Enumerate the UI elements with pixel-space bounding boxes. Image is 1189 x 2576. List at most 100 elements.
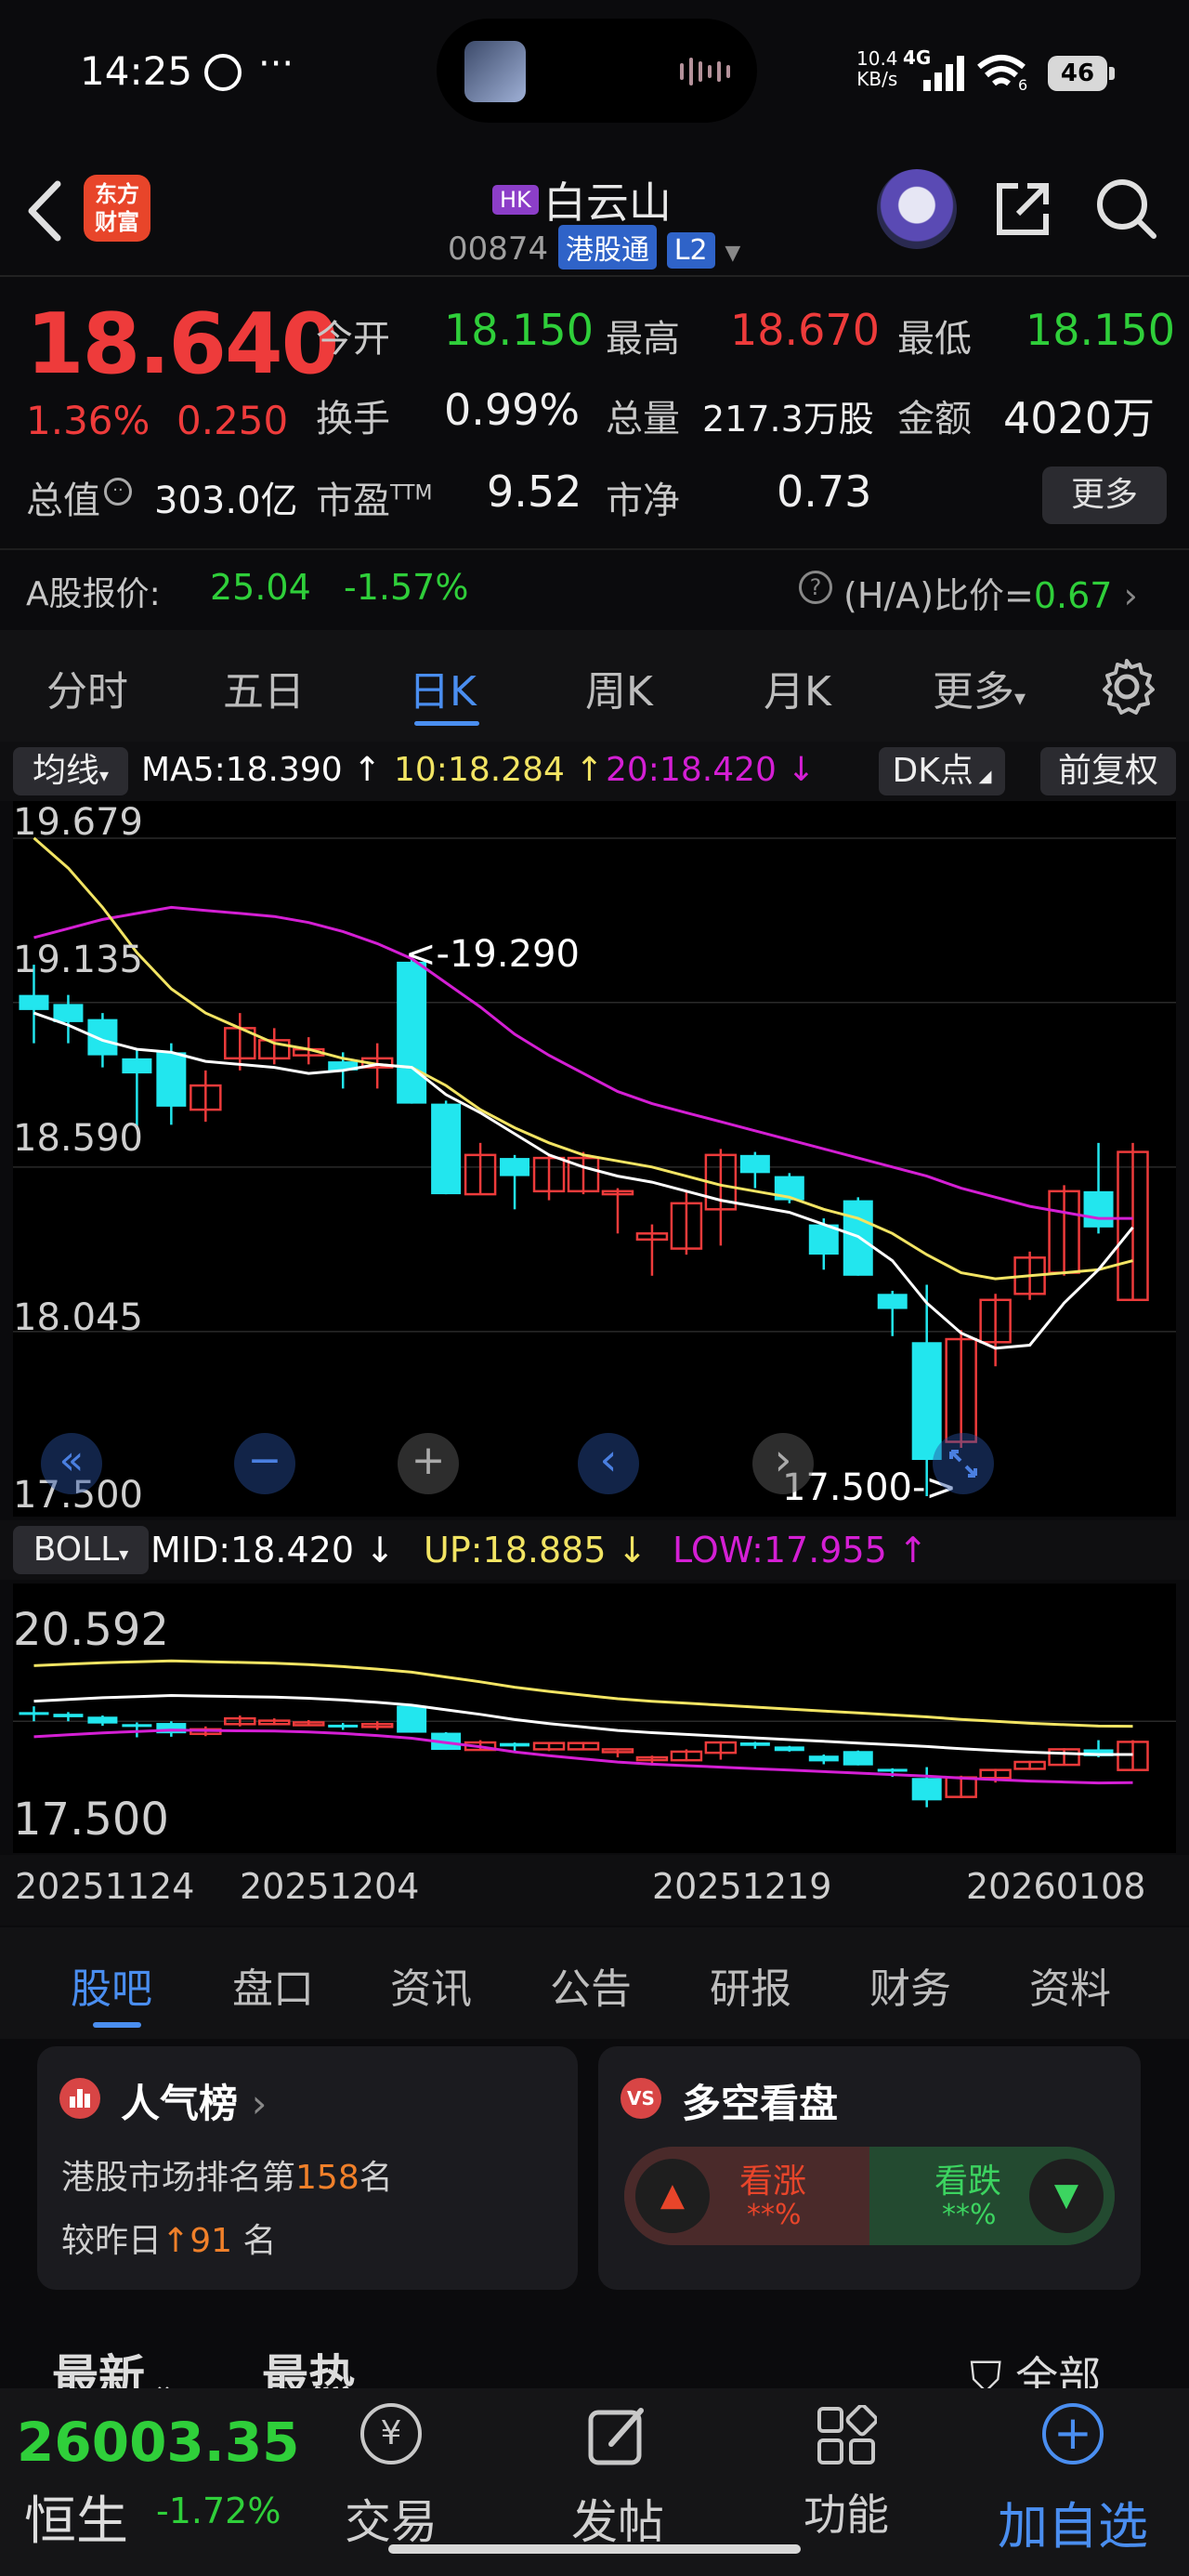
pb-value: 0.73 xyxy=(777,467,872,517)
tab-weekly-k[interactable]: 周K xyxy=(585,658,653,717)
ma10-text: 10:18.284 xyxy=(394,751,565,789)
help-icon[interactable]: ? xyxy=(799,571,832,604)
bull-bear-title: 多空看盘 xyxy=(682,2081,839,2126)
amount-label: 金额 xyxy=(897,398,972,440)
tab-monthly-k[interactable]: 月K xyxy=(764,658,831,717)
kline-chart-svg xyxy=(13,836,1176,1496)
function-button[interactable]: 功能 xyxy=(786,2388,907,2565)
level-tag: L2 xyxy=(666,232,715,269)
index-value[interactable]: 26003.35 xyxy=(17,2411,300,2474)
boll-selector[interactable]: BOLL▾ xyxy=(13,1526,149,1574)
kline-candle xyxy=(156,1052,187,1107)
info-icon[interactable]: ·· xyxy=(104,478,132,506)
zoom-in-button[interactable]: + xyxy=(398,1433,459,1494)
pe-ttm-sup: TTM xyxy=(390,481,433,506)
a-share-price: 25.04 xyxy=(210,567,311,608)
chevron-right-icon: › xyxy=(1123,575,1138,616)
popularity-card[interactable]: 人气榜 › 港股市场排名第158名 较昨日↑91 名 xyxy=(37,2046,578,2290)
popularity-title-text: 人气榜 xyxy=(121,2081,239,2126)
kline-candle xyxy=(1083,1190,1114,1228)
tab-order-book[interactable]: 盘口 xyxy=(232,1955,314,2015)
robot-assistant-icon[interactable] xyxy=(877,169,957,249)
divider xyxy=(0,275,1189,277)
caret-down-icon: ▾ xyxy=(98,764,110,786)
chevron-right-icon: › xyxy=(251,2081,268,2126)
tab-five-day[interactable]: 五日 xyxy=(223,658,305,717)
tab-financials[interactable]: 财务 xyxy=(869,1955,951,2015)
plus-icon: + xyxy=(1042,2403,1104,2464)
bull-vote-button[interactable]: ▲ 看涨 **% xyxy=(624,2147,869,2245)
indicator-selector[interactable]: 均线▾ xyxy=(13,747,128,795)
a-share-label: A股报价: xyxy=(26,575,161,613)
yen-icon: ¥ xyxy=(360,2403,422,2464)
kline-candle xyxy=(877,1294,908,1309)
boll-up-text: UP:18.885 xyxy=(424,1530,607,1571)
tab-news[interactable]: 资讯 xyxy=(390,1955,472,2015)
add-watchlist-button[interactable]: + 加自选 xyxy=(994,2388,1152,2565)
arrow-up-icon: ▲ xyxy=(635,2159,710,2233)
more-stats-button[interactable]: 更多 xyxy=(1042,467,1167,524)
ma-legend-bar: 均线▾ MA5:18.390 ↑ 10:18.284 ↑ 20:18.420 ↓… xyxy=(0,742,1189,801)
zoom-out-button[interactable]: − xyxy=(234,1433,295,1494)
section-tabs: 股吧 盘口 资讯 公告 研报 财务 资料 xyxy=(0,1927,1189,2039)
tab-forum[interactable]: 股吧 xyxy=(71,1955,152,2015)
boll-candle xyxy=(19,1712,49,1715)
settings-gear-icon[interactable] xyxy=(1096,656,1157,717)
app-logo[interactable]: 东方 财富 xyxy=(84,175,150,242)
logo-line-2: 财富 xyxy=(95,209,139,235)
tab-announcements[interactable]: 公告 xyxy=(550,1955,632,2015)
kline-candle xyxy=(19,994,49,1010)
boll-candle xyxy=(911,1778,942,1801)
pan-left-button[interactable]: ‹ xyxy=(578,1433,639,1494)
scroll-to-start-button[interactable]: « xyxy=(41,1433,102,1494)
change-percent: 1.36% xyxy=(26,398,150,443)
ma5-text: MA5:18.390 xyxy=(141,751,343,789)
tab-research[interactable]: 研报 xyxy=(710,1955,791,2015)
adjust-button[interactable]: 前复权 xyxy=(1040,747,1176,795)
kline-chart[interactable]: 19.679 19.135 18.590 18.045 17.500 <-19.… xyxy=(13,801,1176,1517)
tab-more-label: 更多 xyxy=(933,668,1014,716)
edit-icon xyxy=(588,2408,644,2465)
status-time: 14:25 xyxy=(80,48,193,94)
tab-more[interactable]: 更多▾ xyxy=(933,658,1026,717)
boll-candle xyxy=(774,1746,804,1752)
a-share-percent: -1.57% xyxy=(344,567,469,608)
index-name[interactable]: 恒生 xyxy=(24,2479,128,2555)
rank-value: 158 xyxy=(295,2159,359,2197)
market-rank: 港股市场排名第158名 xyxy=(61,2150,393,2199)
pan-right-button[interactable]: › xyxy=(752,1433,814,1494)
kline-candle xyxy=(431,1103,462,1195)
tab-forum-label: 股吧 xyxy=(71,1965,152,2013)
rank-prefix: 港股市场排名第 xyxy=(61,2159,296,2197)
bear-vote-button[interactable]: 看跌 **% ▼ xyxy=(869,2147,1115,2245)
trade-button[interactable]: ¥ 交易 xyxy=(331,2388,451,2565)
boll-candle xyxy=(808,1755,839,1762)
bull-label: 看涨 xyxy=(739,2162,807,2201)
quote-panel: 18.640 1.36% 0.250 今开 18.150 最高 18.670 最… xyxy=(0,279,1189,623)
post-label: 发帖 xyxy=(571,2495,664,2549)
dk-point-button[interactable]: DK点 ◢ xyxy=(879,747,1005,795)
stock-code-row[interactable]: 00874 港股通 L2 ▼ xyxy=(448,225,740,269)
bull-bear-card: VS 多空看盘 ▲ 看涨 **% 看跌 **% ▼ xyxy=(598,2046,1141,2290)
compare-value: 91 xyxy=(189,2222,232,2260)
back-icon[interactable] xyxy=(24,178,65,243)
tab-profile[interactable]: 资料 xyxy=(1029,1955,1111,2015)
post-button[interactable]: 发帖 xyxy=(557,2388,678,2565)
share-icon[interactable] xyxy=(990,177,1055,242)
boll-candle xyxy=(87,1716,118,1724)
search-icon[interactable] xyxy=(1094,177,1159,242)
net-speed-unit: KB/s xyxy=(856,68,898,90)
active-section-indicator xyxy=(93,2022,141,2028)
network-speed: 10.4 KB/s xyxy=(856,48,898,89)
kline-candle xyxy=(53,1004,84,1022)
vote-bar: ▲ 看涨 **% 看跌 **% ▼ xyxy=(624,2147,1115,2245)
expand-chart-icon[interactable] xyxy=(933,1433,994,1494)
dynamic-island[interactable] xyxy=(437,19,757,123)
tab-daily-k[interactable]: 日K xyxy=(409,658,477,717)
boll-chart[interactable]: 20.592 17.500 xyxy=(13,1584,1176,1853)
tab-intraday[interactable]: 分时 xyxy=(46,658,128,717)
pe-value: 9.52 xyxy=(487,467,582,517)
open-label: 今开 xyxy=(316,318,390,361)
ha-ratio[interactable]: (H/A)比价=0.67 › xyxy=(843,567,1138,618)
boll-y-bottom: 17.500 xyxy=(13,1794,169,1846)
